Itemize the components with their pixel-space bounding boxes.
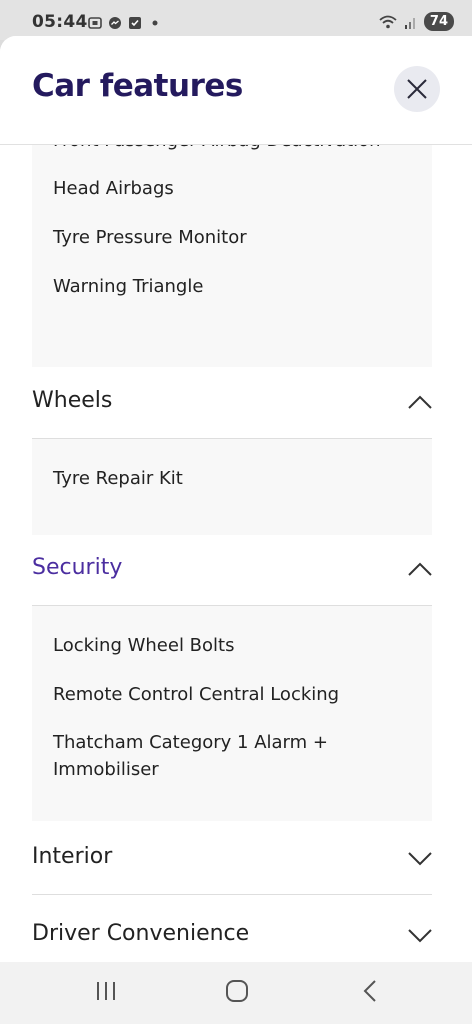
feature-item: Head Airbags bbox=[53, 178, 174, 199]
notification-icons bbox=[88, 14, 162, 32]
status-bar: 05:44 74 bbox=[0, 0, 472, 40]
features-list[interactable]: Front Passenger Airbag Deactivation Head… bbox=[0, 145, 472, 962]
sheet-header: Car features bbox=[0, 36, 472, 145]
section-title: Driver Convenience bbox=[32, 921, 250, 946]
section-wheels[interactable]: Wheels bbox=[32, 368, 432, 439]
close-button[interactable] bbox=[394, 66, 440, 112]
chevron-up-icon bbox=[408, 395, 432, 409]
chevron-down-icon bbox=[408, 929, 432, 943]
feature-item: Thatcham Category 1 Alarm + Immobiliser bbox=[53, 732, 328, 780]
section-security[interactable]: Security bbox=[32, 535, 432, 606]
signal-icon bbox=[404, 17, 415, 29]
feature-item: Tyre Pressure Monitor bbox=[53, 227, 247, 248]
recent-apps-button[interactable] bbox=[94, 980, 118, 1002]
feature-item: Tyre Repair Kit bbox=[53, 468, 183, 489]
messenger-icon bbox=[109, 17, 121, 29]
status-time: 05:44 bbox=[32, 12, 88, 32]
checkbox-icon bbox=[129, 17, 141, 29]
home-button[interactable] bbox=[225, 980, 249, 1002]
wheels-panel: Tyre Repair Kit bbox=[32, 439, 432, 535]
safety-panel: Front Passenger Airbag Deactivation Head… bbox=[32, 145, 432, 367]
wifi-icon bbox=[379, 15, 397, 28]
navigation-bar bbox=[0, 962, 472, 1024]
chevron-up-icon bbox=[408, 562, 432, 576]
page-title: Car features bbox=[32, 68, 243, 104]
screenshot-icon bbox=[88, 17, 102, 29]
security-panel: Locking Wheel Bolts Remote Control Centr… bbox=[32, 606, 432, 821]
feature-item: Front Passenger Airbag Deactivation bbox=[53, 145, 423, 154]
back-button[interactable] bbox=[362, 980, 378, 1002]
feature-item: Locking Wheel Bolts bbox=[53, 635, 235, 656]
section-title: Interior bbox=[32, 844, 113, 869]
chevron-down-icon bbox=[408, 852, 432, 866]
section-driver-convenience[interactable]: Driver Convenience bbox=[32, 901, 432, 962]
close-icon bbox=[407, 79, 427, 99]
car-features-sheet: Car features Front Passenger Airbag Deac… bbox=[0, 36, 472, 962]
feature-item: Warning Triangle bbox=[53, 276, 204, 297]
section-interior[interactable]: Interior bbox=[32, 824, 432, 895]
section-title: Wheels bbox=[32, 388, 113, 413]
feature-item: Remote Control Central Locking bbox=[53, 684, 340, 705]
section-title: Security bbox=[32, 555, 123, 580]
dot-icon bbox=[152, 20, 158, 26]
system-icons: 74 bbox=[378, 12, 454, 31]
battery-indicator: 74 bbox=[423, 12, 454, 31]
